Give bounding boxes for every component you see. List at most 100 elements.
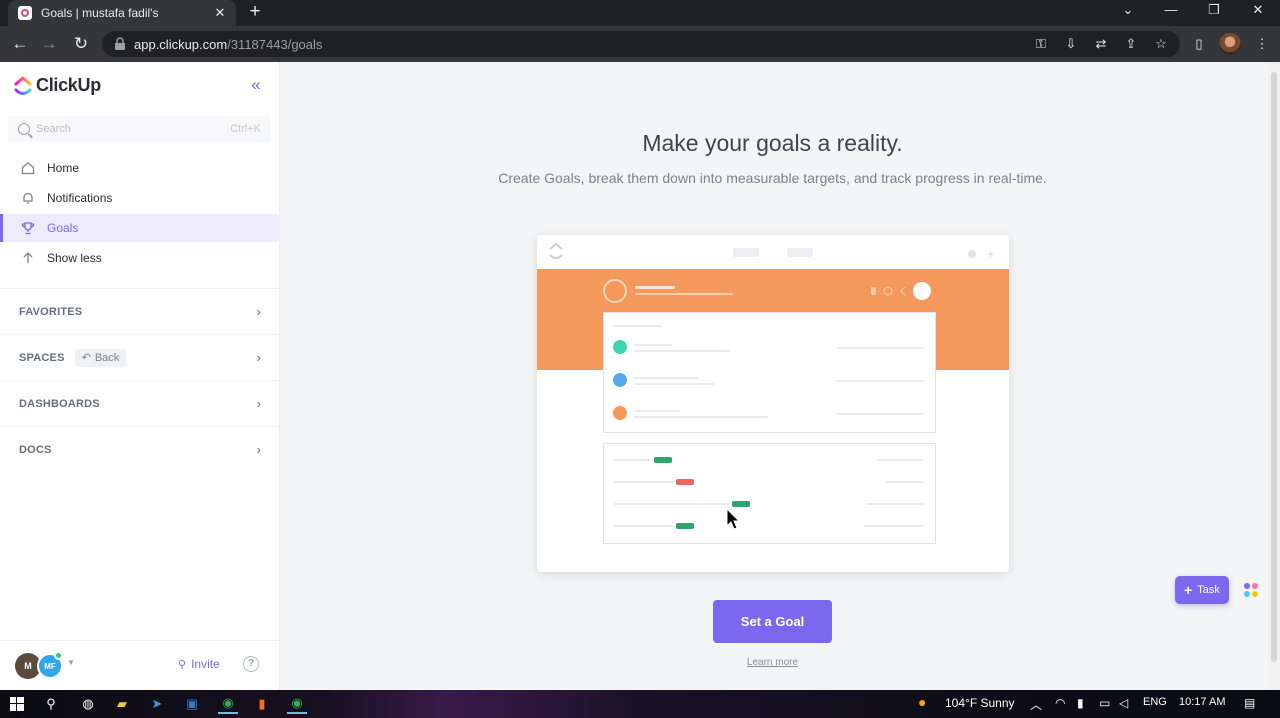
section-dashboards[interactable]: DASHBOARDS ›	[0, 380, 279, 426]
side-panel-icon[interactable]: ▯	[1189, 35, 1209, 53]
show-hidden-icons[interactable]: ︿	[1030, 696, 1042, 713]
caret-down-icon[interactable]: ▼	[67, 658, 75, 667]
chevron-right-icon: ›	[256, 396, 261, 411]
nav-show-less[interactable]: Show less	[0, 244, 279, 272]
nav-notifications[interactable]: Notifications	[0, 184, 279, 212]
section-docs[interactable]: DOCS ›	[0, 426, 279, 472]
section-docs-label: DOCS	[19, 443, 52, 456]
new-tab-button[interactable]: +	[244, 2, 266, 22]
help-icon[interactable]: ?	[243, 656, 259, 672]
invite-label: Invite	[191, 657, 220, 671]
apps-grid-icon[interactable]	[1241, 580, 1261, 600]
close-window-button[interactable]: ✕	[1243, 2, 1273, 18]
url-path: /31187443/goals	[227, 36, 323, 52]
nav-home-label: Home	[47, 161, 80, 175]
notification-center-icon[interactable]: ▤	[1244, 696, 1255, 710]
battery-icon[interactable]: ▭	[1099, 696, 1110, 710]
set-a-goal-button[interactable]: Set a Goal	[713, 600, 832, 643]
tab-search-icon[interactable]: ⌄	[1113, 2, 1143, 18]
nav-home[interactable]: Home	[0, 154, 279, 182]
section-spaces[interactable]: SPACES ↶ Back ›	[0, 334, 279, 380]
nav-notifications-label: Notifications	[47, 191, 113, 205]
clickup-favicon-icon	[18, 6, 32, 20]
taskbar-search-icon[interactable]: ⚲	[41, 694, 61, 714]
clickup-logo-icon	[14, 76, 32, 95]
nav-goals-label: Goals	[47, 221, 79, 235]
section-dashboards-label: DASHBOARDS	[19, 397, 100, 410]
status-pill-red	[676, 479, 694, 485]
profile-avatar[interactable]	[1219, 33, 1241, 55]
add-task-button[interactable]: + Task	[1175, 576, 1229, 604]
spaces-back-button[interactable]: ↶ Back	[74, 348, 127, 367]
nav-goals[interactable]: Goals	[0, 214, 279, 242]
browser-tab-bar: Goals | mustafa fadil's ✕ + ⌄ — ❐ ✕	[0, 0, 1280, 26]
language-indicator[interactable]: ENG	[1143, 696, 1167, 708]
bell-icon	[20, 190, 36, 206]
microphone-icon[interactable]: ▮	[1077, 696, 1084, 710]
chevron-right-icon: ›	[256, 304, 261, 319]
install-icon[interactable]: ⇩	[1061, 35, 1081, 53]
page-subtitle: Create Goals, break them down into measu…	[498, 170, 1047, 186]
chrome-icon[interactable]: ◉	[287, 694, 307, 714]
wifi-icon[interactable]: ◠	[1055, 696, 1065, 710]
main-scrollbar[interactable]	[1268, 62, 1280, 690]
minimize-button[interactable]: —	[1156, 2, 1186, 18]
back-button[interactable]: ←	[9, 34, 31, 54]
forward-button[interactable]: →	[38, 34, 60, 54]
address-bar[interactable]: app.clickup.com/31187443/goals	[102, 31, 1180, 57]
illustration-header-graphic: +	[549, 242, 995, 260]
telegram-icon[interactable]: ➤	[147, 694, 167, 714]
menu-kebab-icon[interactable]: ⋮	[1252, 35, 1272, 53]
invite-button[interactable]: ⚲ Invite	[178, 657, 220, 671]
status-pill-green	[676, 523, 694, 529]
browser-tab[interactable]: Goals | mustafa fadil's ✕	[8, 0, 236, 26]
taskbar-app-icon[interactable]: ◍	[78, 694, 98, 714]
taskbar-window-icon[interactable]: ▣	[182, 694, 202, 714]
clock[interactable]: 10:17 AM	[1179, 696, 1225, 708]
reload-button[interactable]: ↻	[70, 34, 92, 54]
learn-more-link[interactable]: Learn more	[280, 657, 1265, 668]
windows-taskbar: ⚲ ◍ ▰ ➤ ▣ ◉ ▮ ◉ ● 104°F Sunny ︿ ◠ ▮ ▭ ◁ …	[0, 690, 1280, 718]
search-placeholder: Search	[36, 123, 71, 135]
restore-button[interactable]: ❐	[1199, 2, 1229, 18]
volume-icon[interactable]: ◁	[1119, 696, 1128, 710]
url-domain: app.clickup.com	[134, 36, 228, 52]
task-button-label: Task	[1197, 584, 1220, 596]
section-favorites[interactable]: FAVORITES ›	[0, 288, 279, 334]
translate-icon[interactable]: ⇄	[1091, 35, 1111, 53]
page-title: Make your goals a reality.	[642, 130, 903, 156]
target-dot-blue	[613, 373, 627, 387]
weather-text[interactable]: 104°F Sunny	[945, 696, 1015, 710]
online-status-dot	[54, 651, 63, 660]
learn-more-label[interactable]: Learn more	[747, 657, 798, 668]
scrollbar-thumb[interactable]	[1271, 72, 1277, 662]
logo-text: ClickUp	[36, 75, 101, 95]
browser-toolbar: ← → ↻ app.clickup.com/31187443/goals ⚿ ⇩…	[0, 26, 1280, 62]
key-icon[interactable]: ⚿	[1031, 35, 1051, 53]
nav-show-less-label: Show less	[47, 251, 102, 265]
recorder-icon[interactable]: ▮	[252, 694, 272, 714]
search-shortcut: Ctrl+K	[230, 123, 261, 135]
share-icon[interactable]: ⇪	[1121, 35, 1141, 53]
chevron-right-icon: ›	[256, 350, 261, 365]
search-input[interactable]: Search Ctrl+K	[8, 116, 271, 142]
lock-icon	[115, 37, 125, 50]
windows-start-icon[interactable]	[7, 694, 27, 714]
target-dot-teal	[613, 340, 627, 354]
tab-title: Goals | mustafa fadil's	[41, 6, 159, 20]
clickup-logo[interactable]: ClickUp	[14, 75, 101, 96]
undo-arrow-icon: ↶	[81, 352, 91, 364]
file-explorer-icon[interactable]: ▰	[112, 694, 132, 714]
illustration-header: +	[537, 235, 1009, 269]
collapse-sidebar-icon[interactable]: «	[246, 76, 266, 96]
mouse-cursor-icon	[726, 508, 740, 530]
trophy-icon	[20, 220, 36, 236]
search-icon	[18, 123, 30, 135]
target-dot-orange	[613, 406, 627, 420]
chrome-icon[interactable]: ◉	[218, 694, 238, 714]
tab-close-icon[interactable]: ✕	[212, 5, 228, 21]
bookmark-star-icon[interactable]: ☆	[1151, 35, 1171, 53]
section-favorites-label: FAVORITES	[19, 305, 83, 318]
svg-text:+: +	[987, 250, 995, 260]
weather-sun-icon[interactable]: ●	[918, 694, 926, 710]
